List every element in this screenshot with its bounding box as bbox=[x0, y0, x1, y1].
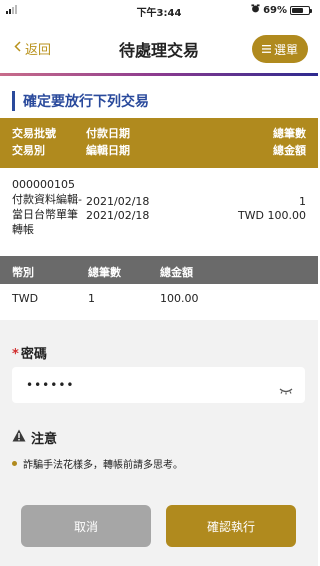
list-item: 詐騙手法花樣多，轉帳前請多思考。 bbox=[12, 456, 183, 471]
password-label-text: 密碼 bbox=[20, 347, 47, 362]
header-amount: 總金額 bbox=[160, 266, 193, 279]
header-col-totals: 總筆數 總金額 bbox=[273, 125, 306, 159]
battery-icon bbox=[290, 5, 312, 15]
currency-amount: 100.00 bbox=[160, 292, 199, 305]
menu-label: 選單 bbox=[273, 42, 298, 57]
confirm-button[interactable]: 確認執行 bbox=[166, 505, 296, 547]
currency-table-header: 幣別 總筆數 總金額 bbox=[0, 256, 318, 284]
alarm-icon bbox=[251, 4, 260, 16]
header-pay-date: 付款日期 bbox=[86, 127, 130, 140]
nav-gradient-divider bbox=[0, 73, 318, 76]
menu-button[interactable]: 選單 bbox=[252, 35, 308, 63]
header-currency: 幣別 bbox=[12, 266, 34, 279]
header-batch-no: 交易批號 bbox=[12, 127, 56, 140]
header-total-count: 總筆數 bbox=[273, 127, 306, 140]
header-txn-type: 交易別 bbox=[12, 144, 45, 157]
total-amount: TWD 100.00 bbox=[237, 209, 306, 222]
notice-header: 注意 bbox=[12, 428, 57, 447]
header-col-batch: 交易批號 交易別 bbox=[12, 125, 56, 159]
header-edit-date: 編輯日期 bbox=[86, 144, 130, 157]
notice-text: 詐騙手法花樣多，轉帳前請多思考。 bbox=[23, 460, 183, 471]
password-value: •••••• bbox=[26, 378, 75, 392]
required-mark: * bbox=[12, 347, 19, 362]
batch-no: 000000105 bbox=[12, 178, 75, 191]
table-row: TWD 1 100.00 bbox=[0, 284, 318, 312]
header-total-amount: 總金額 bbox=[273, 144, 306, 157]
password-input[interactable]: •••••• bbox=[12, 367, 305, 403]
currency-code: TWD bbox=[12, 292, 39, 305]
battery-percent: 69% bbox=[263, 4, 287, 16]
header-col-dates: 付款日期 編輯日期 bbox=[86, 125, 130, 159]
section-header: 確定要放行下列交易 bbox=[12, 91, 149, 111]
header-count: 總筆數 bbox=[88, 266, 121, 279]
table-row: 000000105 付款資料編輯-當日台幣單筆轉帳 2021/02/18 202… bbox=[0, 168, 318, 242]
warning-icon bbox=[12, 429, 26, 446]
status-bar: 下午3:44 69% bbox=[0, 0, 318, 20]
password-label: * 密碼 bbox=[12, 343, 47, 362]
menu-icon bbox=[261, 42, 271, 56]
section-accent-bar bbox=[12, 91, 15, 111]
txn-table-header: 交易批號 交易別 付款日期 編輯日期 總筆數 總金額 bbox=[0, 118, 318, 168]
notice-title: 注意 bbox=[31, 432, 58, 447]
eye-closed-icon[interactable] bbox=[279, 380, 293, 399]
nav-bar: 返回 待處理交易 選單 bbox=[0, 20, 318, 76]
currency-count: 1 bbox=[88, 292, 95, 305]
total-count: 1 bbox=[299, 195, 306, 208]
edit-date: 2021/02/18 bbox=[86, 209, 150, 222]
cancel-button[interactable]: 取消 bbox=[21, 505, 151, 547]
section-title: 確定要放行下列交易 bbox=[23, 94, 149, 110]
pay-date: 2021/02/18 bbox=[86, 195, 150, 208]
txn-type: 付款資料編輯-當日台幣單筆轉帳 bbox=[12, 193, 82, 236]
bullet-icon bbox=[12, 461, 17, 466]
